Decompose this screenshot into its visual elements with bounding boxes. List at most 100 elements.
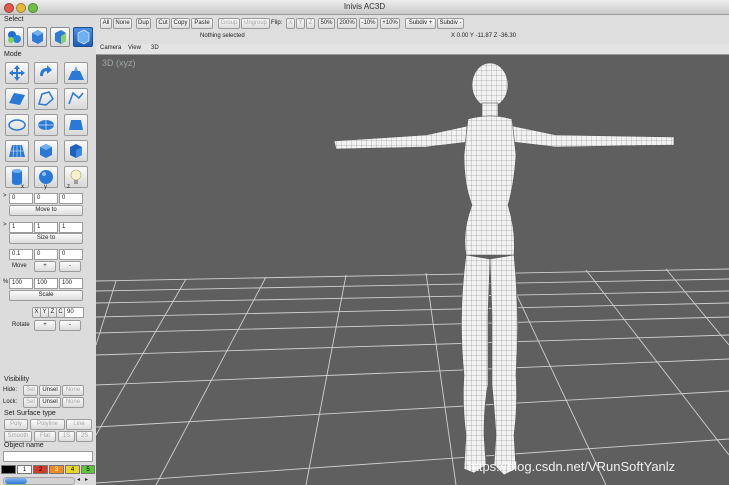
zoom-in-button[interactable]: +10% <box>380 18 400 29</box>
rotate-arrow-icon <box>40 65 52 76</box>
palette-swatch-1[interactable]: 1 <box>17 465 32 474</box>
mode-cube-button[interactable] <box>64 140 88 162</box>
zoom-50-button[interactable]: 50% <box>318 18 335 29</box>
group-button[interactable]: Group <box>218 18 240 29</box>
palette-scroll-thumb[interactable] <box>5 478 27 484</box>
paste-button[interactable]: Paste <box>191 18 213 29</box>
mode-move-button[interactable] <box>5 62 29 84</box>
palette-swatch-3[interactable]: 3 <box>49 465 64 474</box>
surface-line-button[interactable]: Line <box>66 419 92 430</box>
scale-y-field[interactable]: 100 <box>34 278 58 289</box>
box-icon <box>40 144 52 158</box>
select-objects-button[interactable] <box>27 27 47 47</box>
scale-x-field[interactable]: 100 <box>9 278 33 289</box>
select-all-button[interactable]: All <box>100 18 112 29</box>
surface-one-sided-button[interactable]: 1S <box>58 431 75 442</box>
mode-rotate-button[interactable] <box>34 62 58 84</box>
step-z-field[interactable]: 0 <box>59 249 83 260</box>
hide-selected-button[interactable]: Sel <box>23 385 38 396</box>
mode-polygon-button[interactable] <box>34 88 58 110</box>
camera-menu[interactable]: Camera <box>100 45 121 51</box>
move-x-field[interactable]: 0 <box>9 193 33 204</box>
lock-label: Lock: <box>3 399 18 405</box>
move-minus-button[interactable]: - <box>59 261 81 272</box>
surface-flat-button[interactable]: Flat <box>34 431 56 442</box>
size-to-button[interactable]: Size to <box>9 233 83 244</box>
palette-swatch-2[interactable]: 2 <box>33 465 48 474</box>
rotate-minus-button[interactable]: - <box>59 320 81 331</box>
hide-label: Hide: <box>3 387 18 393</box>
human-mesh-model[interactable] <box>96 55 729 485</box>
duplicate-button[interactable]: Dup <box>136 18 151 29</box>
subdivide-minus-button[interactable]: Subdiv - <box>437 18 464 29</box>
view-mode-3d-menu[interactable]: 3D <box>151 45 159 51</box>
select-vertices-button[interactable] <box>73 27 93 47</box>
mode-disk-button[interactable] <box>34 114 58 136</box>
zoom-out-button[interactable]: -10% <box>359 18 378 29</box>
flip-x-button[interactable]: X <box>286 18 295 29</box>
mode-mesh-button[interactable] <box>5 140 29 162</box>
mode-section-label: Mode <box>4 51 22 58</box>
move-arrows-icon <box>9 65 25 81</box>
rotate-plus-button[interactable]: + <box>34 320 56 331</box>
object-name-field[interactable] <box>3 451 93 462</box>
palette-swatch-black[interactable] <box>1 465 16 474</box>
palette-scroll-right-icon[interactable]: ▸ <box>85 476 88 483</box>
flip-z-button[interactable]: Z <box>306 18 315 29</box>
mode-circle-button[interactable] <box>5 114 29 136</box>
move-plus-button[interactable]: + <box>34 261 56 272</box>
palette-scroll-left-icon[interactable]: ◂ <box>77 476 80 483</box>
viewport-3d[interactable]: 3D (xyz) <box>96 55 729 485</box>
surface-smooth-button[interactable]: Smooth <box>4 431 32 442</box>
step-x-field[interactable]: 0.1 <box>9 249 33 260</box>
flip-y-button[interactable]: Y <box>296 18 305 29</box>
copy-button[interactable]: Copy <box>171 18 190 29</box>
left-tool-panel: Select Mode x y z > 0 0 0 Move to > 1 1 … <box>0 15 97 485</box>
lock-unselected-button[interactable]: Unsel <box>39 397 61 408</box>
move-z-field[interactable]: 0 <box>59 193 83 204</box>
scale-button[interactable]: Scale <box>9 290 83 301</box>
size-y-field[interactable]: 1 <box>34 222 58 233</box>
lock-selected-button[interactable]: Sel <box>23 397 38 408</box>
move-to-button[interactable]: Move to <box>9 205 83 216</box>
view-menu[interactable]: View <box>128 45 141 51</box>
mode-rectangle-button[interactable] <box>64 114 88 136</box>
object-cube-icon <box>32 30 43 44</box>
mode-line-button[interactable] <box>64 88 88 110</box>
mode-scale-button[interactable] <box>64 62 88 84</box>
group-select-icon <box>8 31 21 43</box>
step-y-field[interactable]: 0 <box>34 249 58 260</box>
cut-button[interactable]: Cut <box>156 18 170 29</box>
surface-type-section-label: Set Surface type <box>4 410 56 417</box>
hide-unselected-button[interactable]: Unsel <box>39 385 61 396</box>
hide-none-button[interactable]: None <box>62 385 84 396</box>
select-groups-button[interactable] <box>4 27 24 47</box>
surface-polyline-button[interactable]: Polyline <box>30 419 65 430</box>
palette-swatch-4[interactable]: 4 <box>65 465 80 474</box>
ungroup-button[interactable]: Ungroup <box>241 18 270 29</box>
size-x-field[interactable]: 1 <box>9 222 33 233</box>
visibility-section-label: Visibility <box>4 376 30 383</box>
view-menu-bar: Camera View 3D <box>96 44 729 55</box>
window-title: Inivis AC3D <box>343 2 386 11</box>
watermark-text: https://blog.csdn.net/VRunSoftYanlz <box>468 459 676 474</box>
palette-scrollbar[interactable] <box>3 477 75 485</box>
surface-two-sided-button[interactable]: 2S <box>76 431 93 442</box>
selection-status: Nothing selected <box>200 33 245 39</box>
plane-icon <box>9 93 25 105</box>
scale-z-field[interactable]: 100 <box>59 278 83 289</box>
surface-poly-button[interactable]: Poly <box>4 419 28 430</box>
lock-none-button[interactable]: None <box>62 397 84 408</box>
mode-box-button[interactable] <box>34 140 58 162</box>
select-surfaces-button[interactable] <box>50 27 70 47</box>
mode-plane-button[interactable] <box>5 88 29 110</box>
move-y-field[interactable]: 0 <box>34 193 58 204</box>
zoom-200-button[interactable]: 200% <box>337 18 357 29</box>
subdivide-plus-button[interactable]: Subdiv + <box>405 18 436 29</box>
palette-swatch-5[interactable]: 5 <box>81 465 95 474</box>
rotate-angle-field[interactable]: 90 <box>64 307 84 318</box>
mode-cylinder-button[interactable] <box>5 166 29 188</box>
select-section-label: Select <box>4 16 24 23</box>
select-none-button[interactable]: None <box>113 18 132 29</box>
size-z-field[interactable]: 1 <box>59 222 83 233</box>
